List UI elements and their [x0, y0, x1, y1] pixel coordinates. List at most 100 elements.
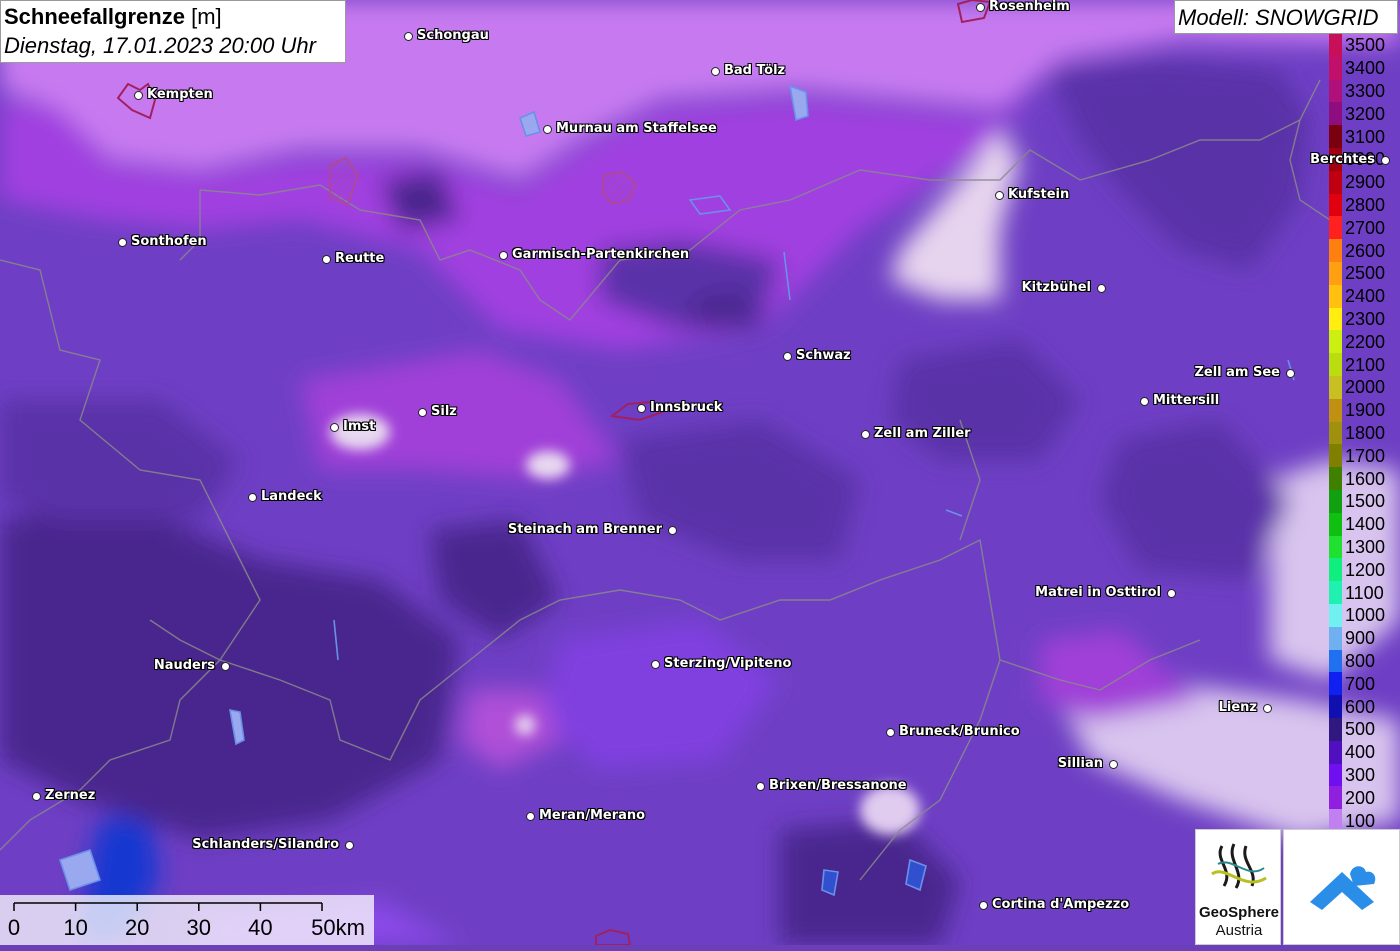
legend-swatch [1329, 740, 1342, 765]
map-datetime: Dienstag, 17.01.2023 20:00 Uhr [4, 33, 316, 58]
city-label: Sillian [1057, 756, 1103, 771]
model-label: Modell: SNOWGRID [1178, 5, 1379, 30]
legend-swatch [1329, 786, 1342, 810]
city-label: Lienz [1218, 700, 1257, 715]
city-label: Steinach am Brenner [507, 522, 662, 537]
city-dot-icon [1097, 284, 1106, 293]
city-label: Nauders [153, 658, 215, 673]
legend-label: 1300 [1345, 537, 1386, 557]
legend-swatch [1329, 330, 1342, 354]
legend-label: 600 [1345, 696, 1376, 717]
city-label: Schwaz [796, 348, 851, 363]
legend-swatch [1329, 262, 1342, 286]
city-label: Sterzing/Vipiteno [664, 656, 792, 671]
city-dot-icon [322, 255, 331, 264]
legend-swatch [1329, 376, 1342, 400]
legend-label: 3100 [1345, 126, 1386, 147]
scale-bar: 0 10 20 30 40 50km [0, 895, 374, 945]
city-dot-icon [668, 526, 677, 535]
legend-swatch [1329, 649, 1342, 673]
city-label: Silz [431, 404, 457, 419]
city-label: Zell am See [1194, 365, 1280, 380]
city-dot-icon [637, 404, 646, 413]
legend-label: 1600 [1345, 468, 1386, 489]
scale-label: 20 [124, 915, 150, 940]
legend-label: 3300 [1345, 81, 1386, 101]
legend-label: 200 [1345, 787, 1376, 808]
legend-label: 1000 [1345, 605, 1386, 626]
city-dot-icon [979, 901, 988, 910]
city-label: Rosenheim [989, 0, 1070, 14]
legend-label: 1200 [1345, 559, 1386, 580]
city-dot-icon [134, 91, 143, 100]
city-label: Zell am Ziller [874, 426, 971, 441]
legend-swatch [1329, 239, 1342, 263]
legend-swatch [1329, 604, 1342, 628]
logo-line-2: Austria [1215, 922, 1263, 939]
city-dot-icon [345, 841, 354, 850]
city-label: Murnau am Staffelsee [556, 121, 717, 136]
city-dot-icon [1381, 156, 1390, 165]
city-label: Bruneck/Brunico [899, 724, 1020, 739]
model-label-box: Modell: SNOWGRID [1174, 0, 1398, 34]
map-title-box: Schneefallgrenze [m] Dienstag, 17.01.202… [0, 0, 346, 63]
scale-label: 50km [311, 915, 365, 940]
legend-swatch [1329, 535, 1342, 559]
legend-label: 3400 [1345, 58, 1386, 79]
city-dot-icon [404, 32, 413, 41]
legend-swatch [1329, 490, 1342, 514]
legend-swatch [1329, 763, 1342, 787]
legend-swatch [1329, 125, 1342, 149]
legend-swatch [1329, 34, 1342, 58]
legend-label: 100 [1345, 810, 1376, 831]
city-dot-icon [1167, 589, 1176, 598]
legend-label: 400 [1345, 742, 1376, 763]
legend-label: 900 [1345, 628, 1376, 649]
legend-swatch [1329, 444, 1342, 468]
city-dot-icon [976, 3, 985, 12]
legend-label: 2200 [1345, 331, 1386, 352]
legend-label: 2100 [1345, 354, 1386, 375]
snowgrid-logo [1283, 829, 1400, 945]
city-label: Cortina d'Ampezzo [992, 897, 1130, 912]
city-label: Imst [343, 419, 376, 434]
legend-swatch [1329, 307, 1342, 331]
legend-label: 1500 [1345, 491, 1386, 512]
legend-label: 1800 [1345, 423, 1386, 443]
city-dot-icon [995, 191, 1004, 200]
scale-label: 30 [186, 915, 212, 940]
snowline-map [0, 0, 1400, 945]
legend-swatch [1329, 512, 1342, 537]
city-label: Sonthofen [131, 234, 207, 249]
city-label: Garmisch-Partenkirchen [512, 247, 690, 262]
legend-swatch [1329, 695, 1342, 719]
legend-label: 2400 [1345, 286, 1386, 307]
scale-label: 0 [7, 915, 21, 940]
city-label: Berchtes [1310, 152, 1375, 167]
city-label: Kitzbühel [1021, 280, 1091, 295]
city-dot-icon [118, 238, 127, 247]
legend-label: 2900 [1345, 172, 1386, 193]
legend-label: 2700 [1345, 217, 1386, 238]
city-dot-icon [1286, 369, 1295, 378]
legend-label: 2000 [1345, 377, 1386, 398]
legend-swatch [1329, 170, 1342, 195]
legend-swatch [1329, 581, 1342, 605]
scale-label: 40 [248, 915, 273, 940]
city-label: Kufstein [1008, 187, 1070, 202]
city-dot-icon [1263, 704, 1272, 713]
legend-label: 2600 [1345, 240, 1386, 261]
legend-label: 700 [1345, 673, 1376, 694]
city-label: Innsbruck [650, 400, 723, 415]
scale-label: 10 [63, 915, 88, 940]
city-label: Matrei in Osttirol [1035, 585, 1161, 600]
legend-swatch [1329, 421, 1342, 445]
legend-label: 2300 [1345, 309, 1386, 329]
legend-swatch [1329, 216, 1342, 240]
legend-label: 3200 [1345, 103, 1386, 124]
legend-label: 500 [1345, 719, 1376, 740]
city-label: Brixen/Bressanone [769, 778, 907, 793]
legend-label: 800 [1345, 651, 1376, 671]
city-label: Mittersill [1153, 393, 1220, 408]
legend-swatch [1329, 284, 1342, 309]
